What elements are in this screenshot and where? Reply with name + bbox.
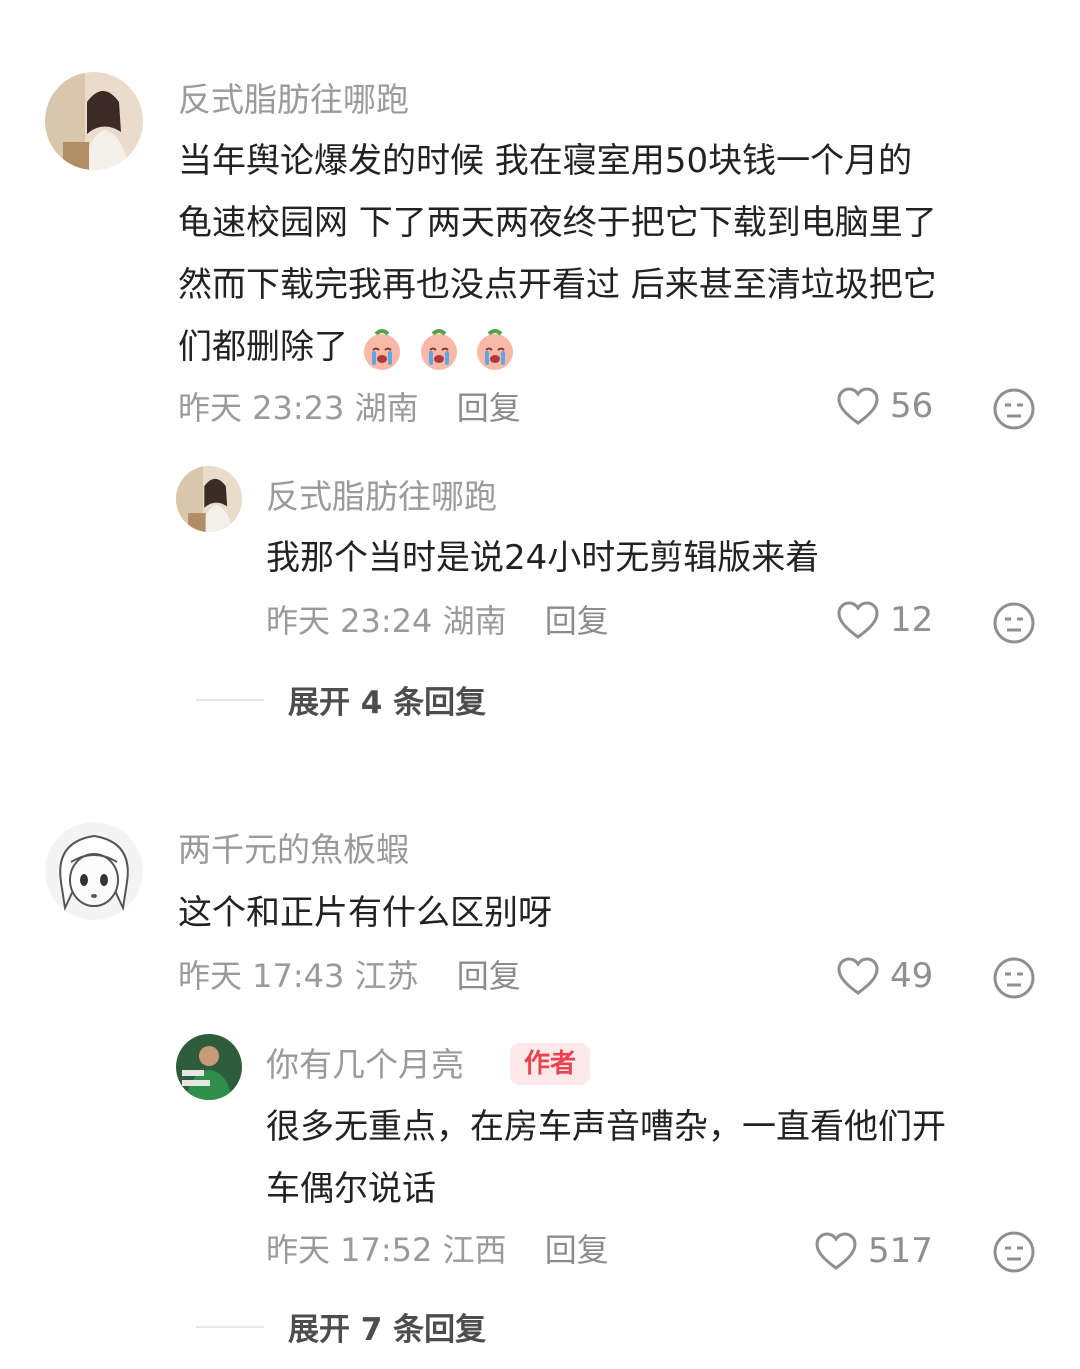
dislike-face-icon[interactable] xyxy=(992,387,1036,431)
comment-meta: 昨天 23:23 湖南 回复 xyxy=(178,388,521,428)
timestamp: 昨天 17:43 xyxy=(178,957,345,995)
comment-text-line: 当年舆论爆发的时候 我在寝室用50块钱一个月的 xyxy=(178,141,913,181)
heart-outline-icon xyxy=(837,957,879,995)
comment-text-line: 们都删除了 xyxy=(178,316,937,378)
dislike-face-icon[interactable] xyxy=(992,956,1036,1000)
like-count: 49 xyxy=(890,956,934,996)
divider xyxy=(196,698,264,701)
crying-face-emoji xyxy=(363,328,400,370)
like-button[interactable]: 12 xyxy=(836,600,933,640)
comment-text-line: 龟速校园网 下了两天两夜终于把它下载到电脑里了 xyxy=(178,203,937,243)
comment-text: 这个和正片有什么区别呀 xyxy=(178,882,552,944)
location: 江西 xyxy=(442,1231,507,1269)
comment-text-fragment: 们都删除了 xyxy=(178,327,348,367)
comment-text-line: 然而下载完我再也没点开看过 后来甚至清垃圾把它 xyxy=(178,265,937,305)
like-count: 56 xyxy=(890,386,934,426)
expand-replies-button[interactable]: 展开 7 条回复 xyxy=(196,1304,486,1349)
timestamp: 昨天 17:52 xyxy=(266,1231,433,1269)
comment-text-line: 这个和正片有什么区别呀 xyxy=(178,893,552,933)
avatar[interactable] xyxy=(45,72,143,170)
crying-face-emoji xyxy=(477,328,514,370)
like-count: 12 xyxy=(890,600,934,640)
username[interactable]: 你有几个月亮 xyxy=(266,1045,464,1085)
dislike-face-icon[interactable] xyxy=(992,1230,1036,1274)
avatar[interactable] xyxy=(176,1034,242,1100)
like-button[interactable]: 517 xyxy=(814,1231,933,1271)
reply-text: 很多无重点，在房车声音嘈杂，一直看他们开 车偶尔说话 xyxy=(266,1096,946,1220)
username[interactable]: 反式脂肪往哪跑 xyxy=(178,80,409,120)
like-button[interactable]: 49 xyxy=(836,956,933,996)
expand-replies-button[interactable]: 展开 4 条回复 xyxy=(196,677,486,722)
expand-replies-label: 展开 7 条回复 xyxy=(288,1312,487,1348)
comment-text-line: 很多无重点，在房车声音嘈杂，一直看他们开 xyxy=(266,1107,946,1147)
username[interactable]: 两千元的魚板蝦 xyxy=(178,830,409,870)
reply-text: 我那个当时是说24小时无剪辑版来着 xyxy=(266,527,819,589)
username[interactable]: 反式脂肪往哪跑 xyxy=(266,477,497,517)
timestamp: 昨天 23:24 xyxy=(266,602,433,640)
reply-button[interactable]: 回复 xyxy=(457,389,521,427)
avatar[interactable] xyxy=(176,466,242,532)
avatar[interactable] xyxy=(45,822,143,920)
location: 湖南 xyxy=(442,602,507,640)
crying-face-emoji xyxy=(420,328,457,370)
heart-outline-icon xyxy=(815,1232,857,1270)
divider xyxy=(196,1325,264,1328)
reply-button[interactable]: 回复 xyxy=(545,602,609,640)
timestamp: 昨天 23:23 xyxy=(178,389,345,427)
location: 湖南 xyxy=(354,389,419,427)
like-count: 517 xyxy=(868,1231,933,1271)
heart-outline-icon xyxy=(837,601,879,639)
comment-text: 当年舆论爆发的时候 我在寝室用50块钱一个月的 龟速校园网 下了两天两夜终于把它… xyxy=(178,130,937,378)
comment-meta: 昨天 23:24 湖南 回复 xyxy=(266,601,609,641)
like-button[interactable]: 56 xyxy=(836,386,933,426)
comment-meta: 昨天 17:43 江苏 回复 xyxy=(178,956,521,996)
comment-text-line: 车偶尔说话 xyxy=(266,1169,436,1209)
author-badge: 作者 xyxy=(510,1043,591,1085)
heart-outline-icon xyxy=(837,387,879,425)
comment-meta: 昨天 17:52 江西 回复 xyxy=(266,1230,609,1270)
dislike-face-icon[interactable] xyxy=(992,601,1036,645)
reply-button[interactable]: 回复 xyxy=(457,957,521,995)
comment-text-line: 我那个当时是说24小时无剪辑版来着 xyxy=(266,538,820,578)
expand-replies-label: 展开 4 条回复 xyxy=(288,685,487,721)
reply-button[interactable]: 回复 xyxy=(545,1231,609,1269)
location: 江苏 xyxy=(354,957,419,995)
